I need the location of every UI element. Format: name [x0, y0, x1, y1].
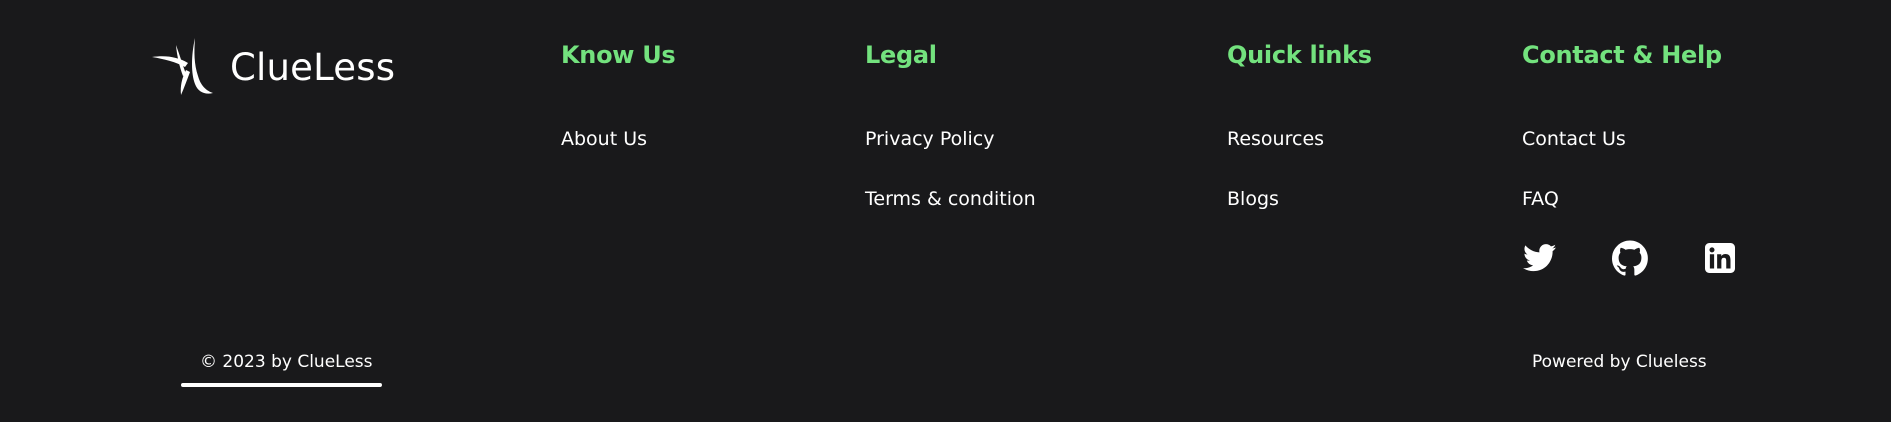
linkedin-icon[interactable]: [1702, 240, 1738, 276]
copyright-text: © 2023 by ClueLess: [200, 352, 373, 372]
column-title: Contact & Help: [1522, 41, 1722, 69]
column-title: Legal: [865, 41, 937, 69]
twitter-icon[interactable]: [1522, 240, 1558, 276]
dragonfly-logo-icon: [152, 38, 213, 95]
contact-us-link[interactable]: Contact Us: [1522, 126, 1738, 152]
column-title: Know Us: [561, 41, 676, 69]
footer-column-know-us: Know Us About Us: [561, 38, 676, 186]
column-title: Quick links: [1227, 41, 1372, 69]
footer-column-legal: Legal Privacy Policy Terms & condition: [865, 38, 1036, 246]
terms-condition-link[interactable]: Terms & condition: [865, 186, 1036, 212]
site-footer: ClueLess Know Us About Us Legal Privacy …: [0, 0, 1891, 422]
brand-name: ClueLess: [230, 45, 396, 89]
faq-link[interactable]: FAQ: [1522, 186, 1738, 212]
privacy-policy-link[interactable]: Privacy Policy: [865, 126, 1036, 152]
copyright-underline: [181, 383, 382, 387]
footer-column-contact-help: Contact & Help Contact Us FAQ: [1522, 38, 1738, 276]
github-icon[interactable]: [1612, 240, 1648, 276]
social-links: [1522, 240, 1738, 276]
resources-link[interactable]: Resources: [1227, 126, 1372, 152]
footer-column-quick-links: Quick links Resources Blogs: [1227, 38, 1372, 246]
powered-by-text: Powered by Clueless: [1532, 352, 1707, 372]
brand-logo-link[interactable]: ClueLess: [152, 38, 395, 96]
blogs-link[interactable]: Blogs: [1227, 186, 1372, 212]
about-us-link[interactable]: About Us: [561, 126, 675, 152]
